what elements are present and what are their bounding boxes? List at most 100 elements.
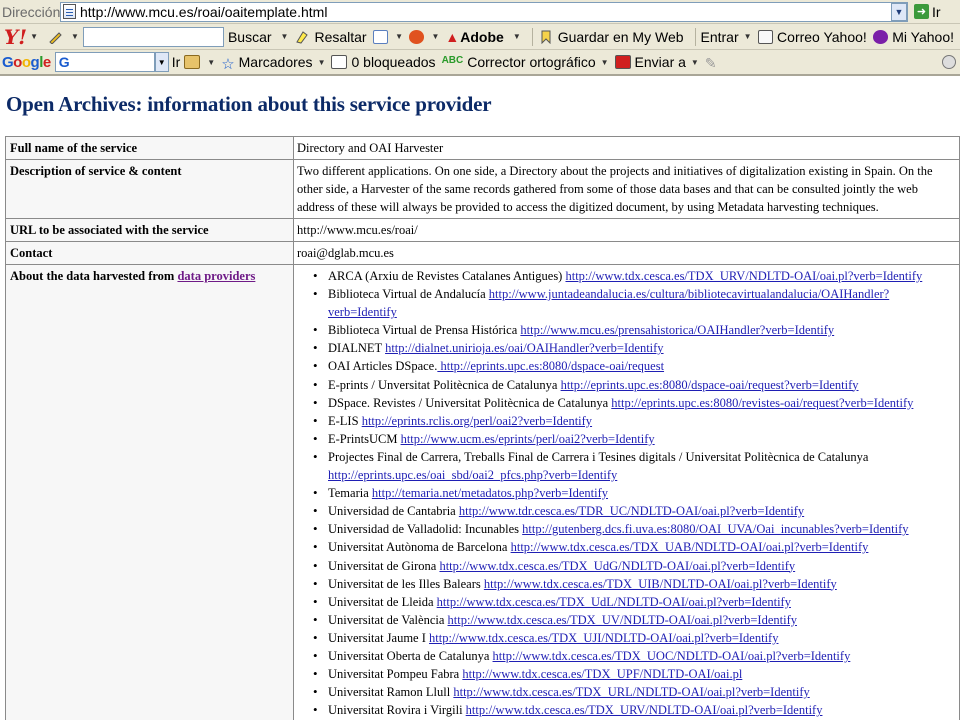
save-myweb-icon xyxy=(538,30,554,44)
provider-name: Universitat Oberta de Catalunya xyxy=(328,648,493,663)
spellcheck-dropdown-icon[interactable]: ▼ xyxy=(601,58,609,67)
provider-list-item: Projectes Final de Carrera, Treballs Fin… xyxy=(297,448,955,484)
form-icon[interactable] xyxy=(372,29,389,44)
google-search-input[interactable]: G xyxy=(54,52,155,72)
provider-url-link[interactable]: http://eprints.upc.es/oai_sbd/oai2_pfcs.… xyxy=(328,468,617,482)
shield-icon[interactable] xyxy=(409,29,425,44)
provider-url-link[interactable]: http://www.tdx.cesca.es/TDX_UdL/NDLTD-OA… xyxy=(437,595,791,609)
save-myweb-button[interactable]: Guardar en My Web xyxy=(558,29,684,45)
provider-list-item: Temaria http://temaria.net/metadatos.php… xyxy=(297,484,955,502)
search-dropdown-icon[interactable]: ▼ xyxy=(281,32,289,41)
provider-name: Universitat de Girona xyxy=(328,558,440,573)
provider-list-item: Universitat de les Illes Balears http://… xyxy=(297,575,955,593)
google-go-button[interactable]: Ir xyxy=(172,54,181,70)
provider-list-item: Biblioteca Virtual de Andalucía http://w… xyxy=(297,285,955,321)
about-data-text: About the data harvested from xyxy=(10,269,178,283)
yahoo-search-button[interactable]: Buscar xyxy=(228,29,272,45)
provider-name: ARCA (Arxiu de Revistes Catalanes Antigu… xyxy=(328,269,566,283)
provider-name: E-prints / Unversitat Politècnica de Cat… xyxy=(328,377,561,392)
google-options-dropdown-icon[interactable]: ▼ xyxy=(207,58,215,67)
pencil-dropdown-icon[interactable]: ▼ xyxy=(71,32,79,41)
google-logo[interactable]: Google xyxy=(2,54,51,71)
provider-url-link[interactable]: http://eprints.rclis.org/perl/oai2?verb=… xyxy=(362,414,592,428)
provider-url-link[interactable]: http://www.tdx.cesca.es/TDX_UV/NDLTD-OAI… xyxy=(448,613,797,627)
send-to-dropdown-icon[interactable]: ▼ xyxy=(691,58,699,67)
provider-url-link[interactable]: http://www.tdx.cesca.es/TDX_UIB/NDLTD-OA… xyxy=(484,577,837,591)
spellcheck-button[interactable]: Corrector ortográfico xyxy=(467,54,595,70)
provider-url-link[interactable]: http://www.tdx.cesca.es/TDX_URL/NDLTD-OA… xyxy=(453,685,809,699)
provider-url-link[interactable]: http://dialnet.unirioja.es/oai/OAIHandle… xyxy=(385,341,664,355)
yahoo-menu-icon[interactable]: ▼ xyxy=(30,32,38,41)
yahoo-logo[interactable]: Y! xyxy=(4,25,27,49)
adobe-dropdown-icon[interactable]: ▼ xyxy=(513,32,521,41)
provider-list-item: OAI Articles DSpace. http://eprints.upc.… xyxy=(297,357,955,375)
table-row: About the data harvested from data provi… xyxy=(5,263,960,720)
provider-url-link[interactable]: http://www.tdr.cesca.es/TDR_UC/NDLTD-OAI… xyxy=(459,504,804,518)
pencil-icon[interactable] xyxy=(48,30,64,45)
provider-url-link[interactable]: http://www.mcu.es/prensahistorica/OAIHan… xyxy=(520,323,834,337)
provider-url-link[interactable]: http://www.tdx.cesca.es/TDX_UdG/NDLTD-OA… xyxy=(439,559,795,573)
settings-circle-icon[interactable] xyxy=(942,55,956,69)
provider-url-link[interactable]: http://www.tdx.cesca.es/TDX_UOC/NDLTD-OA… xyxy=(493,649,851,663)
form-dropdown-icon[interactable]: ▼ xyxy=(395,32,403,41)
provider-url-link[interactable]: http://www.tdx.cesca.es/TDX_UJI/NDLTD-OA… xyxy=(429,631,778,645)
provider-url-link[interactable]: http://eprints.upc.es:8080/dspace-oai/re… xyxy=(561,378,859,392)
provider-url-link[interactable]: http://eprints.upc.es:8080/dspace-oai/re… xyxy=(437,359,664,373)
provider-url-link[interactable]: http://www.tdx.cesca.es/TDX_URV/NDLTD-OA… xyxy=(466,703,823,717)
enter-button[interactable]: Entrar xyxy=(700,29,738,45)
provider-name: Universidad de Valladolid: Incunables xyxy=(328,522,523,537)
table-row: Description of service & content Two dif… xyxy=(5,159,960,219)
provider-name: Projectes Final de Carrera, Treballs Fin… xyxy=(328,449,869,464)
url-text[interactable]: http://www.mcu.es/roai/oaitemplate.html xyxy=(80,4,891,20)
description-label: Description of service & content xyxy=(5,159,294,219)
provider-url-link[interactable]: http://gutenberg.dcs.fi.uva.es:8080/OAI_… xyxy=(522,522,908,536)
provider-list-item: E-LIS http://eprints.rclis.org/perl/oai2… xyxy=(297,412,955,430)
shield-dropdown-icon[interactable]: ▼ xyxy=(431,32,439,41)
provider-url-link[interactable]: http://temaria.net/metadatos.php?verb=Id… xyxy=(372,486,608,500)
provider-list-item: E-PrintsUCM http://www.ucm.es/eprints/pe… xyxy=(297,430,955,448)
yahoo-mail-button[interactable]: Correo Yahoo! xyxy=(777,29,867,45)
provider-list-item: Universitat de Lleida http://www.tdx.ces… xyxy=(297,593,955,611)
provider-list-item: Universitat Oberta de Catalunya http://w… xyxy=(297,647,955,665)
url-dropdown-icon[interactable]: ▼ xyxy=(891,2,907,21)
data-providers-link[interactable]: data providers xyxy=(177,269,255,283)
provider-url-link[interactable]: http://www.tdx.cesca.es/TDX_UAB/NDLTD-OA… xyxy=(511,540,869,554)
highlight-button[interactable]: Resaltar xyxy=(314,29,366,45)
provider-list-item: Universitat de Girona http://www.tdx.ces… xyxy=(297,557,955,575)
provider-name: Universitat Rovira i Virgili xyxy=(328,703,466,718)
my-yahoo-icon xyxy=(872,29,889,44)
google-options-icon[interactable] xyxy=(184,55,201,69)
my-yahoo-button[interactable]: Mi Yahoo! xyxy=(892,29,954,45)
google-search-dropdown-icon[interactable]: ▼ xyxy=(154,52,169,72)
provider-url-link[interactable]: http://www.ucm.es/eprints/perl/oai2?verb… xyxy=(401,432,655,446)
provider-name: Biblioteca Virtual de Prensa Histórica xyxy=(328,323,521,338)
bookmarks-button[interactable]: Marcadores xyxy=(239,54,313,70)
go-button[interactable]: Ir xyxy=(932,4,941,20)
adobe-button[interactable]: ▲ Adobe xyxy=(445,29,503,45)
send-to-icon xyxy=(614,55,631,69)
provider-list-item: Universitat Rovira i Virgili http://www.… xyxy=(297,701,955,719)
yahoo-toolbar: Y! ▼ ▼ Buscar ▼ Resaltar ▼ ▼ ▲ Adobe ▼ Gu… xyxy=(0,24,960,50)
provider-list-item: ARCA (Arxiu de Revistes Catalanes Antigu… xyxy=(297,267,955,285)
provider-url-link[interactable]: http://www.tdx.cesca.es/TDX_URV/NDLTD-OA… xyxy=(565,269,922,283)
provider-url-link[interactable]: http://eprints.upc.es:8080/revistes-oai/… xyxy=(611,396,913,410)
page-icon xyxy=(63,4,76,19)
provider-list-item: Universitat Ramon Llull http://www.tdx.c… xyxy=(297,683,955,701)
adobe-label: Adobe xyxy=(460,28,504,45)
send-to-button[interactable]: Enviar a xyxy=(635,54,686,70)
provider-list-item: DSpace. Revistes / Universitat Politècni… xyxy=(297,394,955,412)
enter-dropdown-icon[interactable]: ▼ xyxy=(744,32,752,41)
go-arrow-icon[interactable]: ➜ xyxy=(914,4,929,19)
provider-name: Universidad de Cantabria xyxy=(328,504,459,519)
pencil-icon[interactable]: ✎ xyxy=(705,55,717,71)
address-bar: Dirección http://www.mcu.es/roai/oaitemp… xyxy=(0,0,960,24)
bookmarks-dropdown-icon[interactable]: ▼ xyxy=(318,58,326,67)
provider-name: E-PrintsUCM xyxy=(328,431,401,446)
contact-label: Contact xyxy=(5,241,294,265)
yahoo-search-input[interactable] xyxy=(82,26,224,47)
provider-url-link[interactable]: http://www.tdx.cesca.es/TDX_UPF/NDLTD-OA… xyxy=(462,667,742,681)
url-input[interactable]: http://www.mcu.es/roai/oaitemplate.html … xyxy=(60,1,908,22)
provider-list-item: Universitat Pompeu Fabra http://www.tdx.… xyxy=(297,665,955,683)
popup-blocker-status[interactable]: 0 bloqueados xyxy=(351,54,435,70)
provider-name: Temaria xyxy=(328,486,372,501)
